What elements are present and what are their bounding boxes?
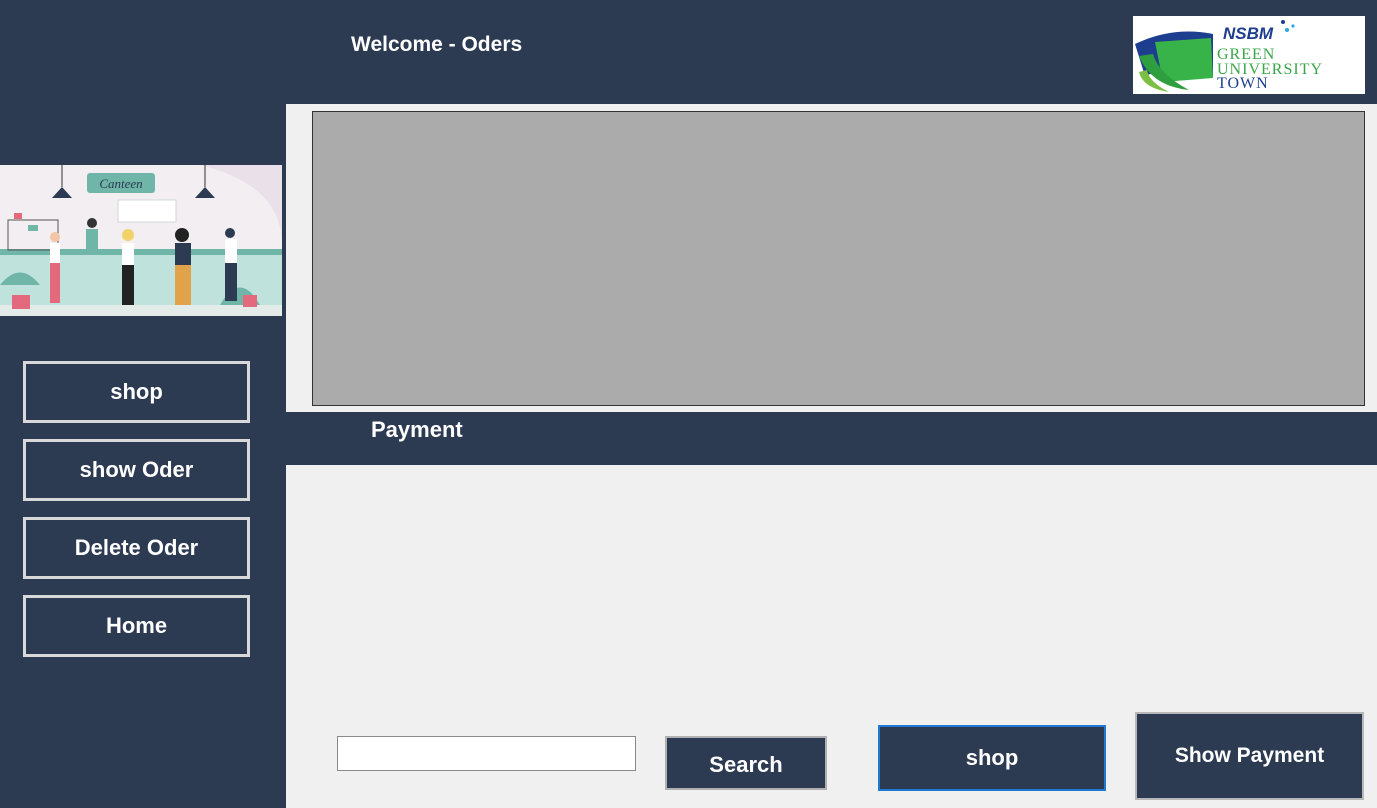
search-button[interactable]: Search <box>665 736 827 790</box>
sidebar-show-order-button[interactable]: show Oder <box>23 439 250 501</box>
shop-button[interactable]: shop <box>878 725 1106 791</box>
sidebar-shop-button[interactable]: shop <box>23 361 250 423</box>
nsbm-logo: NSBM GREEN UNIVERSITY TOWN <box>1133 16 1365 94</box>
orders-data-grid[interactable] <box>312 111 1365 406</box>
show-payment-button[interactable]: Show Payment <box>1135 712 1364 800</box>
search-input[interactable] <box>337 736 636 771</box>
sidebar-home-button[interactable]: Home <box>23 595 250 657</box>
canteen-banner-image: Canteen <box>0 165 282 316</box>
canteen-sign: Canteen <box>99 176 142 191</box>
payment-section-label: Payment <box>371 417 463 442</box>
sidebar-delete-order-button[interactable]: Delete Oder <box>23 517 250 579</box>
window-title: Welcome - Oders <box>351 33 523 56</box>
canteen-illustration: Canteen <box>0 165 282 316</box>
